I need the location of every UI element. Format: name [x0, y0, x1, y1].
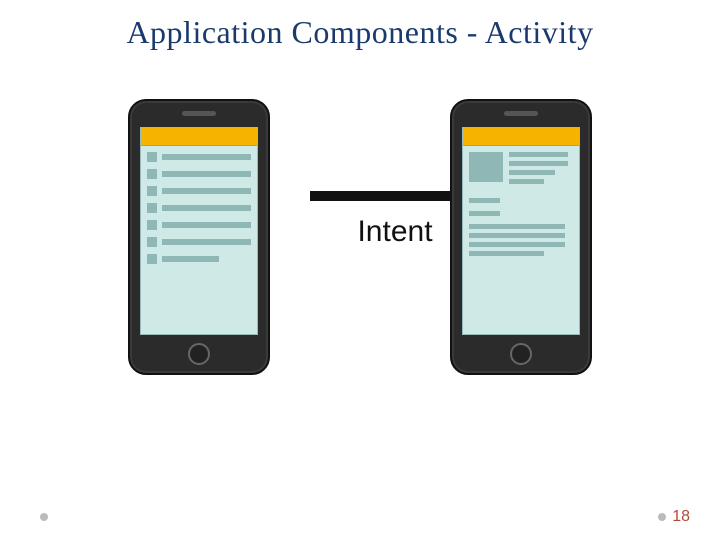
slide: Application Components - Activity	[0, 0, 720, 540]
bullet-icon	[658, 513, 666, 521]
thumb-icon	[147, 220, 157, 230]
page-number: 18	[672, 508, 690, 526]
text-placeholder	[469, 251, 544, 256]
home-button-icon	[188, 343, 210, 365]
text-placeholder	[509, 170, 555, 175]
phone-target	[450, 99, 592, 375]
app-header-bar	[141, 128, 257, 146]
slide-footer: 18	[40, 508, 690, 526]
image-placeholder-icon	[469, 152, 503, 182]
thumb-icon	[147, 237, 157, 247]
page-title: Application Components - Activity	[40, 14, 680, 51]
detail-hero	[469, 152, 573, 184]
list-item	[147, 169, 251, 179]
text-placeholder	[162, 222, 251, 228]
list-item	[147, 186, 251, 196]
list-item	[147, 203, 251, 213]
home-button-icon	[510, 343, 532, 365]
text-placeholder	[162, 188, 251, 194]
list-view	[141, 146, 257, 277]
text-placeholder	[469, 233, 565, 238]
list-item	[147, 152, 251, 162]
phone-source-screen	[140, 127, 258, 335]
text-placeholder	[162, 205, 251, 211]
phone-speaker-icon	[182, 111, 216, 116]
detail-view	[463, 146, 579, 266]
page-number-group: 18	[658, 508, 690, 526]
thumb-icon	[147, 186, 157, 196]
text-placeholder	[162, 154, 251, 160]
text-placeholder	[162, 171, 251, 177]
thumb-icon	[147, 152, 157, 162]
list-item	[147, 220, 251, 230]
text-placeholder	[469, 242, 565, 247]
phone-target-screen	[462, 127, 580, 335]
list-item	[147, 237, 251, 247]
thumb-icon	[147, 203, 157, 213]
paragraph-placeholder	[469, 224, 573, 256]
bullet-icon	[40, 513, 48, 521]
text-placeholder	[509, 152, 568, 157]
phone-speaker-icon	[504, 111, 538, 116]
phone-source	[128, 99, 270, 375]
thumb-icon	[147, 254, 157, 264]
thumb-icon	[147, 169, 157, 179]
text-placeholder	[509, 179, 544, 184]
detail-heading-lines	[509, 152, 573, 184]
text-placeholder	[162, 239, 251, 245]
text-placeholder	[469, 224, 565, 229]
text-placeholder	[162, 256, 219, 262]
list-item	[147, 254, 251, 264]
app-header-bar	[463, 128, 579, 146]
text-placeholder	[509, 161, 568, 166]
diagram-stage: Intent	[40, 81, 680, 481]
